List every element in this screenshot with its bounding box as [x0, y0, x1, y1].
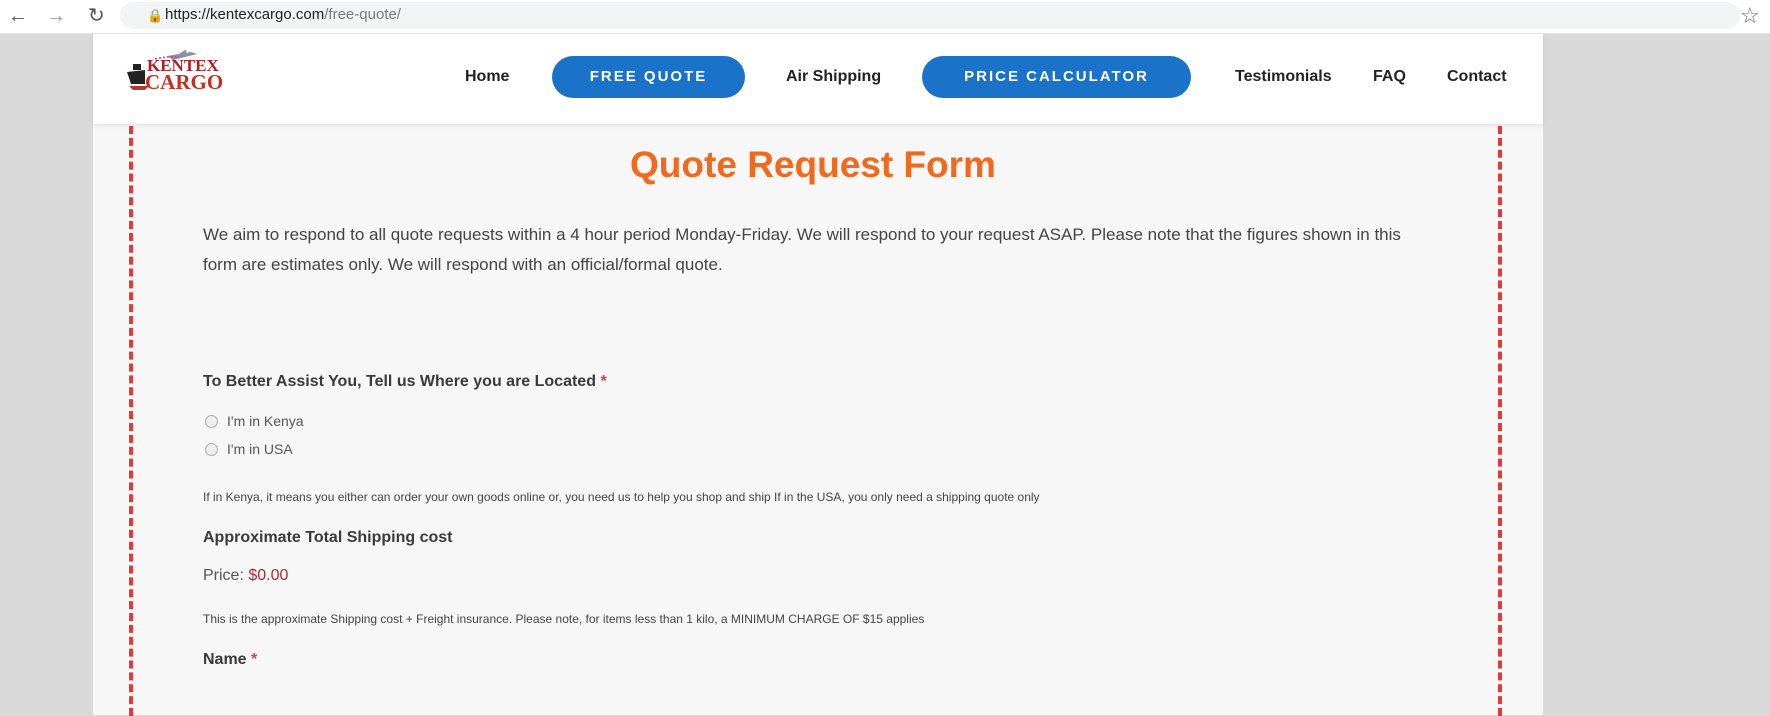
free-quote-button[interactable]: FREE QUOTE: [552, 56, 745, 98]
radio-label-kenya: I'm in Kenya: [227, 413, 304, 429]
page-viewport: KENTEX CARGO Home FREE QUOTE Air Shippin…: [0, 34, 1770, 716]
nav-testimonials[interactable]: Testimonials: [1235, 68, 1332, 86]
page-title: Quote Request Form: [630, 144, 996, 185]
location-label-text: To Better Assist You, Tell us Where you …: [203, 373, 596, 390]
left-dashed-border: [129, 126, 133, 716]
required-mark: *: [251, 651, 258, 668]
name-field-label: Name *: [203, 651, 257, 669]
nav-faq[interactable]: FAQ: [1373, 68, 1406, 86]
location-question-label: To Better Assist You, Tell us Where you …: [203, 373, 607, 391]
intro-text: We aim to respond to all quote requests …: [203, 225, 1401, 274]
price-value: $0.00: [248, 567, 289, 584]
radio-option-kenya[interactable]: I'm in Kenya: [205, 413, 304, 429]
nav-home[interactable]: Home: [465, 68, 509, 86]
location-help-text: If in Kenya, it means you either can ord…: [203, 490, 1040, 504]
lock-icon: 🔒: [147, 8, 164, 23]
logo-graphic: KENTEX CARGO: [127, 50, 223, 92]
radio-option-usa[interactable]: I'm in USA: [205, 441, 293, 457]
price-display: Price: $0.00: [203, 567, 288, 585]
url-host: https://kentexcargo.com: [165, 6, 325, 23]
bookmark-star-icon[interactable]: ☆: [1740, 3, 1760, 29]
price-calculator-button[interactable]: PRICE CALCULATOR: [922, 56, 1191, 98]
name-label-text: Name: [203, 651, 247, 668]
browser-toolbar: ← → ↻ 🔒 https://kentexcargo.com/free-quo…: [0, 0, 1770, 34]
nav-air-shipping[interactable]: Air Shipping: [786, 68, 881, 86]
url-text[interactable]: https://kentexcargo.com/free-quote/: [165, 6, 401, 23]
kentex-cargo-logo[interactable]: KENTEX CARGO: [127, 50, 267, 92]
shipping-help-text: This is the approximate Shipping cost + …: [203, 612, 925, 626]
price-label: Price:: [203, 567, 244, 584]
nav-contact[interactable]: Contact: [1447, 68, 1507, 86]
site-container: KENTEX CARGO Home FREE QUOTE Air Shippin…: [93, 34, 1543, 716]
reload-icon[interactable]: ↻: [88, 3, 105, 29]
url-path: /free-quote/: [324, 6, 401, 23]
radio-button[interactable]: [205, 442, 218, 456]
site-header: KENTEX CARGO Home FREE QUOTE Air Shippin…: [93, 34, 1543, 124]
forward-arrow-icon[interactable]: →: [46, 3, 66, 29]
shipping-cost-label: Approximate Total Shipping cost: [203, 529, 453, 546]
radio-label-usa: I'm in USA: [227, 441, 293, 457]
required-mark: *: [600, 373, 607, 390]
right-dashed-border: [1498, 126, 1502, 716]
logo-text-cargo: CARGO: [145, 70, 223, 92]
radio-button[interactable]: [205, 414, 218, 428]
back-arrow-icon[interactable]: ←: [8, 3, 28, 29]
